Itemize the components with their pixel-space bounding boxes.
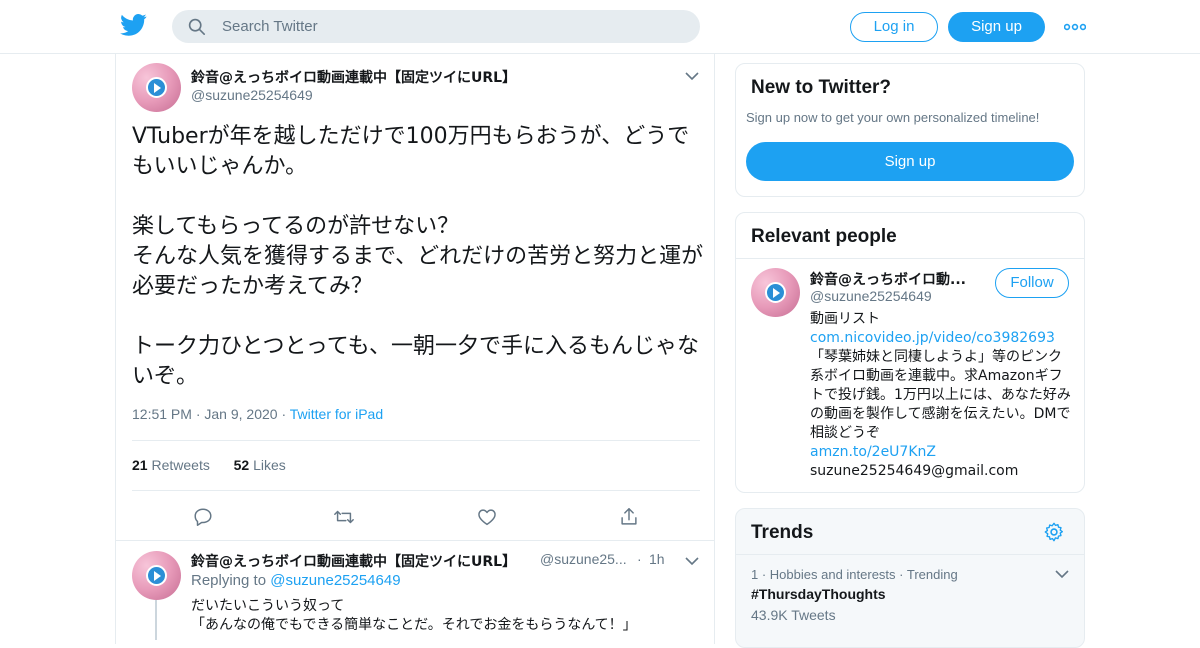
trend-rank: 1 — [751, 567, 759, 582]
tweet-text: VTuberが年を越しただけで100万円もらおうが、どうでもいいじゃんか。 楽し… — [132, 124, 704, 389]
reply-age[interactable]: 1h — [649, 551, 665, 567]
retweets-count: 21 — [132, 457, 148, 473]
bio-text: 「琴葉姉妹と同棲しようよ」等のピンク系ボイロ動画を連載中。求Amazonギフトで… — [810, 349, 1071, 441]
trend-status: Trending — [906, 567, 958, 582]
chevron-down-icon[interactable] — [1055, 569, 1069, 579]
tweet-column: 鈴音@えっちボイロ動画連載中【固定ツイにURL】 @suzune25254649… — [115, 54, 715, 644]
likes-label: Likes — [253, 457, 286, 473]
chevron-down-icon[interactable] — [685, 71, 699, 81]
divider — [736, 554, 1084, 555]
meta-separator: · — [281, 406, 290, 422]
search-box[interactable] — [172, 10, 700, 43]
card-subtitle: Sign up now to get your own personalized… — [746, 110, 1040, 125]
tweet-time[interactable]: 12:51 PM — [132, 406, 192, 422]
tweet-author-name[interactable]: 鈴音@えっちボイロ動画連載中【固定ツイにURL】 — [191, 67, 516, 87]
trend-category: Hobbies and interests — [769, 567, 896, 582]
new-to-twitter-card: New to Twitter? Sign up now to get your … — [735, 63, 1085, 197]
person-handle[interactable]: @suzune25254649 — [810, 288, 932, 304]
divider — [736, 258, 1084, 259]
divider — [116, 540, 714, 541]
search-input[interactable] — [222, 10, 682, 43]
bio-email: suzune25254649@gmail.com — [810, 463, 1019, 479]
replying-to: Replying to @suzune25254649 — [191, 572, 401, 589]
card-title: Relevant people — [751, 226, 897, 247]
person-name[interactable]: 鈴音@えっちボイロ動... — [810, 269, 966, 289]
sidebar-signup-button[interactable]: Sign up — [746, 142, 1074, 181]
reply-avatar[interactable] — [132, 551, 181, 600]
reply-author-handle[interactable]: @suzune25... — [540, 551, 627, 567]
retweet-icon[interactable] — [333, 506, 355, 528]
retweets-stat[interactable]: 21 Retweets — [132, 457, 210, 473]
trends-card: Trends 1 · Hobbies and interests · Trend… — [735, 508, 1085, 648]
like-icon[interactable] — [476, 506, 498, 528]
trend-tag[interactable]: #ThursdayThoughts — [751, 586, 886, 602]
likes-count: 52 — [233, 457, 250, 473]
reply-dot: · — [637, 551, 642, 567]
more-icon[interactable] — [1064, 22, 1086, 32]
person-bio: 動画リスト com.nicovideo.jp/video/co3982693 「琴… — [810, 310, 1072, 481]
trends-title: Trends — [751, 522, 814, 543]
gear-icon[interactable] — [1043, 521, 1065, 543]
replying-to-link[interactable]: @suzune25254649 — [270, 572, 400, 589]
card-title: New to Twitter? — [751, 77, 892, 98]
bio-line: 動画リスト — [810, 311, 880, 327]
avatar[interactable] — [132, 63, 181, 112]
tweet-author-handle[interactable]: @suzune25254649 — [191, 87, 313, 103]
twitter-logo-icon[interactable] — [120, 13, 147, 37]
thread-line — [155, 600, 157, 640]
reply-author-name[interactable]: 鈴音@えっちボイロ動画連載中【固定ツイにURL】 — [191, 551, 516, 571]
signup-button[interactable]: Sign up — [948, 12, 1045, 42]
reply-text-line: だいたいこういう奴って — [191, 598, 345, 614]
login-button[interactable]: Log in — [850, 12, 938, 42]
reply-text-line: 「あんなの俺でもできる簡単なことだ。それでお金をもらうなんて！」 — [191, 617, 637, 633]
reply-icon[interactable] — [192, 506, 214, 528]
follow-button[interactable]: Follow — [995, 268, 1069, 298]
divider — [132, 490, 700, 491]
tweet-stats: 21 Retweets 52 Likes — [132, 457, 286, 473]
bio-link[interactable]: com.nicovideo.jp/video/co3982693 — [810, 330, 1055, 346]
play-icon — [765, 282, 786, 303]
tweet-source-link[interactable]: Twitter for iPad — [290, 406, 383, 422]
tweet-meta: 12:51 PM · Jan 9, 2020 · Twitter for iPa… — [132, 406, 383, 422]
top-bar: Log in Sign up — [0, 0, 1200, 54]
play-icon — [146, 565, 167, 586]
chevron-down-icon[interactable] — [685, 556, 699, 566]
tweet-date[interactable]: Jan 9, 2020 — [204, 406, 277, 422]
bio-link[interactable]: amzn.to/2eU7KnZ — [810, 443, 1072, 462]
trend-count: 43.9K Tweets — [751, 607, 836, 623]
person-avatar[interactable] — [751, 268, 800, 317]
share-icon[interactable] — [618, 506, 640, 528]
likes-stat[interactable]: 52 Likes — [234, 457, 286, 473]
play-icon — [146, 77, 167, 98]
search-icon — [188, 18, 206, 36]
replying-label: Replying to — [191, 572, 267, 589]
relevant-people-card: Relevant people 鈴音@えっちボイロ動... @suzune252… — [735, 212, 1085, 493]
retweets-label: Retweets — [151, 457, 210, 473]
divider — [132, 440, 700, 441]
trend-context: 1 · Hobbies and interests · Trending — [751, 567, 958, 582]
